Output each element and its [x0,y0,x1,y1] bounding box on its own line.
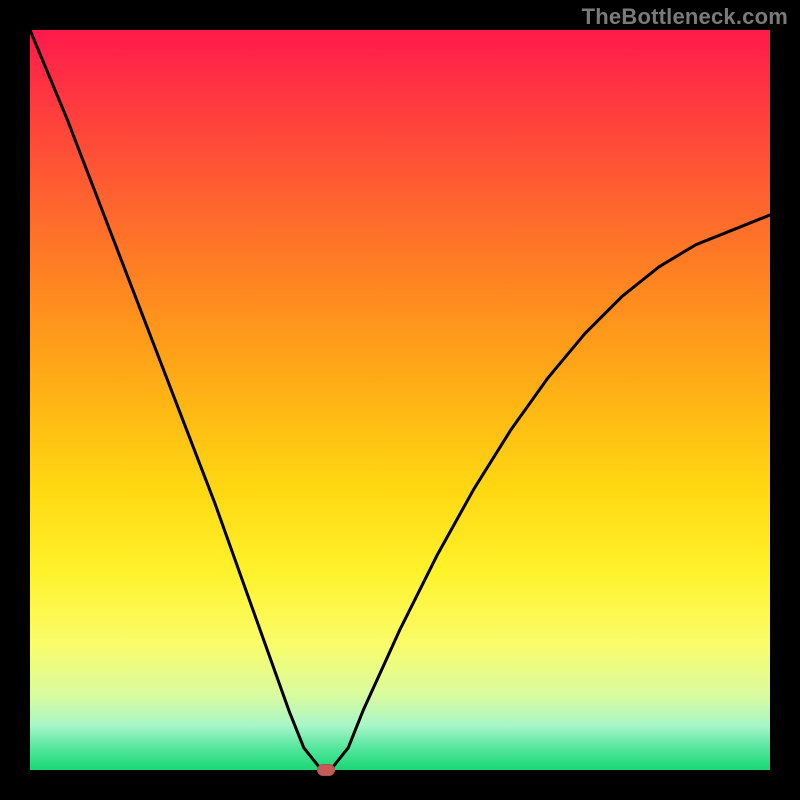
watermark-text: TheBottleneck.com [582,4,788,30]
plot-area [30,30,770,770]
bottleneck-curve [30,30,770,770]
optimal-point-marker [317,764,335,776]
chart-frame: TheBottleneck.com [0,0,800,800]
